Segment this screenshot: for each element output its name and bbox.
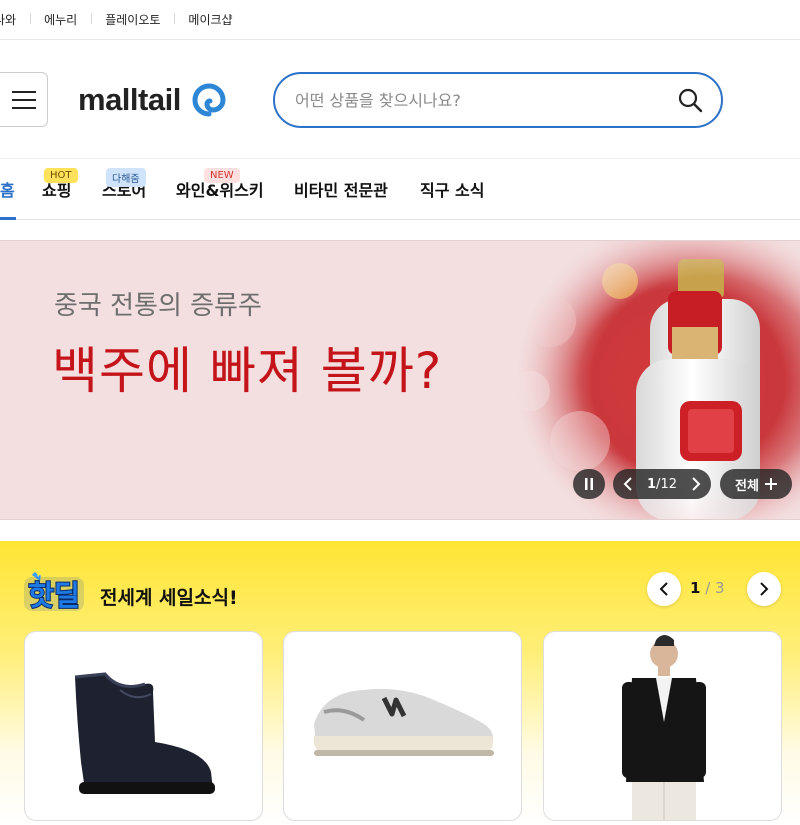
- rain-boot-image: [74, 672, 215, 794]
- nav-vitamin-label: 비타민 전문관: [294, 181, 388, 200]
- malltail-logo[interactable]: malltail: [78, 80, 231, 120]
- search-bar: [273, 72, 723, 128]
- top-link-hanawa[interactable]: 나와: [0, 11, 30, 28]
- hamburger-menu-button[interactable]: [0, 72, 48, 127]
- banner-pager: 1/12: [613, 469, 711, 499]
- chevron-right-icon[interactable]: [691, 477, 701, 491]
- product-card[interactable]: [24, 631, 263, 821]
- search-icon[interactable]: [677, 87, 703, 113]
- chevron-left-icon: [659, 582, 668, 596]
- banner-title: 백주에 빠져 볼까?: [52, 342, 443, 400]
- menu-line: [12, 98, 36, 101]
- menu-line: [12, 90, 36, 93]
- new-badge: NEW: [204, 168, 240, 183]
- banner-view-all-button[interactable]: 전체: [720, 469, 792, 499]
- sneaker-image: [313, 688, 494, 756]
- main-nav: 홈 HOT 쇼핑 다해줌 스토어 NEW 와인&위스키 비타민 전문관 직구 소…: [0, 158, 800, 220]
- nav-wine-whisky-label: 와인&위스키: [176, 181, 264, 200]
- chevron-left-icon[interactable]: [623, 477, 633, 491]
- hotdeal-title: 전세계 세일소식!: [100, 587, 238, 609]
- hotdeal-page-current: 1: [690, 579, 701, 597]
- product-card[interactable]: [543, 631, 782, 821]
- banner-page-total: 12: [660, 476, 677, 492]
- nav-store[interactable]: 다해줌 스토어: [102, 168, 146, 201]
- hotdeal-section: 핫딜 전세계 세일소식! 1 / 3: [0, 541, 800, 825]
- plus-icon: [764, 478, 777, 490]
- nav-vitamin[interactable]: 비타민 전문관: [294, 177, 388, 201]
- nav-direct-news[interactable]: 직구 소식: [420, 177, 484, 201]
- product-card[interactable]: [283, 631, 522, 821]
- hotdeal-prev-button[interactable]: [647, 572, 681, 606]
- hotdeal-next-button[interactable]: [747, 572, 781, 606]
- hot-badge: HOT: [44, 168, 78, 183]
- search-input[interactable]: [295, 90, 677, 110]
- promo-banner[interactable]: 중국 전통의 증류주 백주에 빠져 볼까? 1/12 전체: [0, 240, 800, 520]
- nav-home[interactable]: 홈: [0, 177, 15, 201]
- nav-home-label: 홈: [0, 181, 15, 200]
- banner-subtitle: 중국 전통의 증류주: [54, 291, 262, 321]
- hotdeal-logo: 핫딜: [24, 572, 84, 613]
- chevron-right-icon: [760, 582, 769, 596]
- nav-direct-news-label: 직구 소식: [420, 181, 485, 200]
- dahaejum-badge: 다해줌: [106, 168, 146, 187]
- hotdeal-logo-text: 핫딜: [28, 579, 80, 612]
- cardigan-model-image: [622, 635, 706, 820]
- view-all-label: 전체: [735, 478, 759, 494]
- menu-line: [12, 106, 36, 109]
- top-link-playauto[interactable]: 플레이오토: [91, 11, 174, 28]
- banner-page-indicator: 1/12: [647, 476, 677, 492]
- nav-active-underline: [0, 217, 16, 220]
- pause-icon: [585, 478, 593, 490]
- swirl-logo-icon: [192, 83, 226, 117]
- banner-page-current: 1: [647, 476, 657, 492]
- nav-shopping[interactable]: HOT 쇼핑: [42, 168, 78, 201]
- top-site-links: 나와 에누리 플레이오토 메이크샵: [0, 0, 800, 40]
- hotdeal-page-total: 3: [715, 579, 725, 597]
- nav-shopping-label: 쇼핑: [42, 181, 72, 200]
- hotdeal-page-indicator: 1 / 3: [690, 579, 725, 597]
- banner-pause-button[interactable]: [573, 469, 605, 499]
- logo-text: malltail: [78, 82, 181, 117]
- top-link-makeshop[interactable]: 메이크샵: [174, 11, 246, 28]
- nav-wine-whisky[interactable]: NEW 와인&위스키: [176, 168, 264, 201]
- top-link-enuri[interactable]: 에누리: [30, 11, 91, 28]
